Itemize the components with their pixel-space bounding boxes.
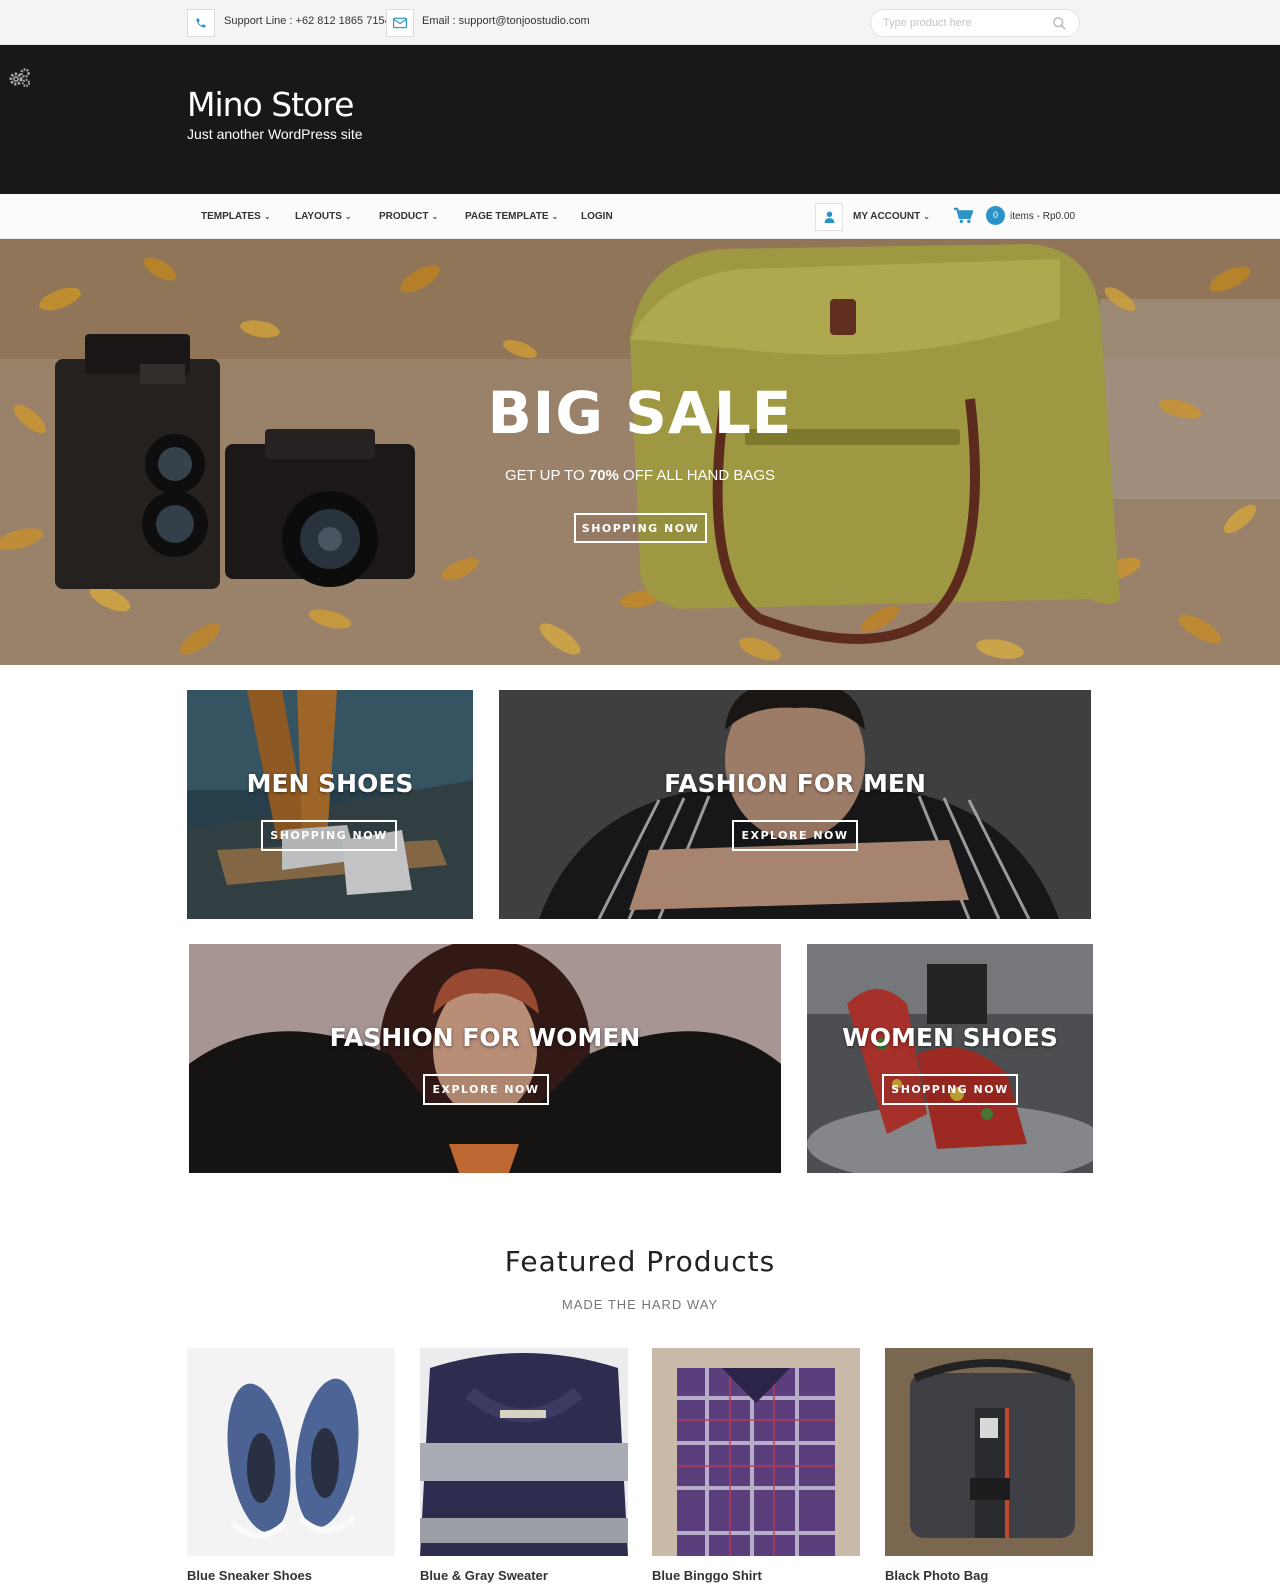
men-shoes-image (187, 690, 473, 919)
gear-icon[interactable] (8, 67, 32, 94)
nav-item-my-account[interactable]: MY ACCOUNT ⌄ (853, 211, 930, 222)
nav-label: PRODUCT (379, 211, 429, 222)
product-card[interactable]: Black Photo Bag (885, 1348, 1093, 1583)
category-tile-men-shoes[interactable]: MEN SHOES SHOPPING NOW (187, 690, 473, 919)
fashion-for-men-image (499, 690, 1091, 919)
product-name[interactable]: Blue Sneaker Shoes (187, 1568, 395, 1583)
nav-label: TEMPLATES (201, 211, 261, 222)
top-bar: Support Line : +62 812 1865 7154 Email :… (0, 0, 1280, 45)
fashion-for-women-explore-now-button[interactable]: EXPLORE NOW (423, 1074, 549, 1105)
women-shoes-image (807, 944, 1093, 1173)
category-tile-women-shoes[interactable]: WOMEN SHOES SHOPPING NOW (807, 944, 1093, 1173)
chevron-down-icon: ⌄ (431, 212, 439, 221)
women-shoes-shopping-now-button[interactable]: SHOPPING NOW (882, 1074, 1018, 1105)
nav-item-templates[interactable]: TEMPLATES ⌄ (201, 211, 271, 222)
fashion-for-women-image (189, 944, 781, 1173)
hero-background-image (0, 239, 1280, 665)
product-image-blue-gray-sweater[interactable] (420, 1348, 628, 1556)
hero-discount-highlight: 70% (588, 467, 619, 484)
email-text[interactable]: Email : support@tonjoostudio.com (422, 15, 590, 27)
featured-products-title: Featured Products (504, 1245, 776, 1278)
chevron-down-icon: ⌄ (263, 212, 271, 221)
nav-label: LAYOUTS (295, 211, 342, 222)
product-card[interactable]: Blue Binggo Shirt (652, 1348, 860, 1583)
search-icon[interactable] (1052, 16, 1067, 36)
featured-products-subtitle: MADE THE HARD WAY (561, 1297, 719, 1312)
category-title: FASHION FOR WOMEN (329, 1023, 641, 1052)
chevron-down-icon: ⌄ (551, 212, 559, 221)
product-card[interactable]: Blue & Gray Sweater (420, 1348, 628, 1583)
site-title[interactable]: Mino Store (187, 85, 354, 124)
nav-item-login[interactable]: LOGIN (581, 211, 613, 222)
search-box (870, 9, 1080, 37)
product-card[interactable]: Blue Sneaker Shoes (187, 1348, 395, 1583)
product-name[interactable]: Blue Binggo Shirt (652, 1568, 860, 1583)
email-icon (386, 9, 414, 37)
hero-subtitle-prefix: GET UP TO (504, 467, 589, 484)
product-image-black-photo-bag[interactable] (885, 1348, 1093, 1556)
hero-title: BIG SALE (487, 379, 793, 447)
chevron-down-icon: ⌄ (344, 212, 352, 221)
product-name[interactable]: Black Photo Bag (885, 1568, 1093, 1583)
category-tile-fashion-for-men[interactable]: FASHION FOR MEN EXPLORE NOW (499, 690, 1091, 919)
nav-item-layouts[interactable]: LAYOUTS ⌄ (295, 211, 352, 222)
category-title: FASHION FOR MEN (664, 769, 926, 798)
main-navigation: TEMPLATES ⌄ LAYOUTS ⌄ PRODUCT ⌄ PAGE TEMPLA… (0, 194, 1280, 239)
site-description: Just another WordPress site (187, 126, 363, 142)
phone-icon (187, 9, 215, 37)
cart-count-badge[interactable]: 0 (986, 206, 1005, 225)
nav-label: LOGIN (581, 211, 613, 222)
search-input[interactable] (883, 17, 1053, 29)
user-icon[interactable] (815, 203, 843, 231)
chevron-down-icon: ⌄ (923, 212, 930, 221)
product-image-blue-binggo-shirt[interactable] (652, 1348, 860, 1556)
site-header: Mino Store Just another WordPress site (0, 45, 1280, 194)
category-title: MEN SHOES (246, 769, 414, 798)
fashion-for-men-explore-now-button[interactable]: EXPLORE NOW (732, 820, 858, 851)
product-image-blue-sneaker-shoes[interactable] (187, 1348, 395, 1556)
hero-shopping-now-button[interactable]: SHOPPING NOW (574, 513, 707, 543)
support-line-text: Support Line : +62 812 1865 7154 (224, 15, 391, 27)
hero-subtitle: GET UP TO 70% OFF ALL HAND BAGS (0, 467, 1280, 484)
nav-label: MY ACCOUNT (853, 211, 921, 222)
nav-item-page-template[interactable]: PAGE TEMPLATE ⌄ (465, 211, 558, 222)
hero-banner: BIG SALE GET UP TO 70% OFF ALL HAND BAGS… (0, 239, 1280, 665)
men-shoes-shopping-now-button[interactable]: SHOPPING NOW (261, 820, 397, 851)
product-name[interactable]: Blue & Gray Sweater (420, 1568, 628, 1583)
nav-label: PAGE TEMPLATE (465, 211, 549, 222)
cart-total-text[interactable]: items - Rp0.00 (1010, 211, 1075, 222)
hero-subtitle-suffix: OFF ALL HAND BAGS (618, 467, 776, 484)
category-title: WOMEN SHOES (842, 1023, 1058, 1052)
nav-item-product[interactable]: PRODUCT ⌄ (379, 211, 438, 222)
cart-icon[interactable] (953, 207, 974, 229)
category-tile-fashion-for-women[interactable]: FASHION FOR WOMEN EXPLORE NOW (189, 944, 781, 1173)
